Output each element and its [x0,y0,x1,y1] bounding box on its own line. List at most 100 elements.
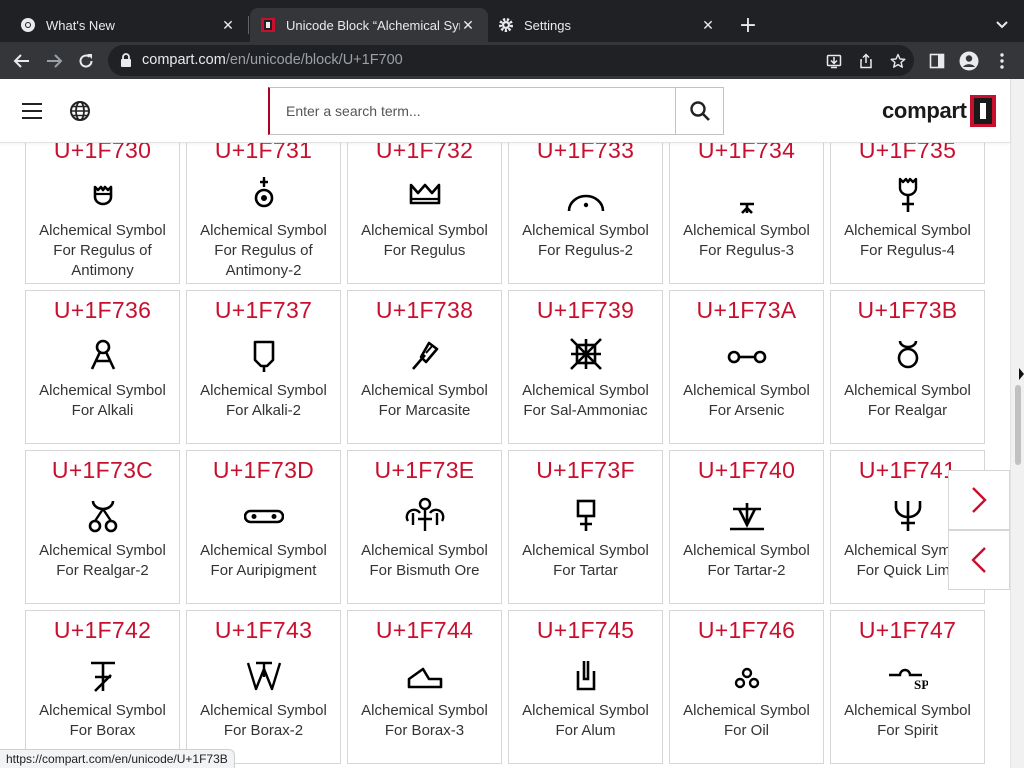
character-card[interactable]: U+1F747 SP Alchemical Symbol For Spirit [830,610,985,764]
chevron-right-icon [972,487,987,513]
character-card[interactable]: U+1F73D Alchemical Symbol For Auripigmen… [186,450,341,604]
browser-menu-kebab-icon[interactable] [992,51,1012,71]
tab-settings[interactable]: Settings ✕ [488,8,728,42]
search-input[interactable] [286,100,666,122]
scrollbar-thumb[interactable] [1015,385,1021,465]
tab-close-icon[interactable]: ✕ [220,17,236,33]
search-button[interactable] [675,88,723,134]
character-card[interactable]: U+1F73B Alchemical Symbol For Realgar [830,290,985,444]
tab-unicode-block[interactable]: Unicode Block “Alchemical Symbols” ✕ [250,8,488,42]
tab-whats-new[interactable]: What's New ✕ [0,8,248,42]
realgar-glyph-icon [831,335,984,375]
character-card[interactable]: U+1F745 Alchemical Symbol For Alum [508,610,663,764]
character-name: Alchemical Symbol For Borax [39,702,166,739]
back-arrow-icon[interactable] [9,48,35,74]
character-card[interactable]: U+1F73F Alchemical Symbol For Tartar [508,450,663,604]
code-point: U+1F734 [697,143,796,163]
code-point: U+1F743 [214,617,313,643]
character-name: Alchemical Symbol For Sal-Ammoniac [522,382,649,419]
character-card[interactable]: U+1F73C Alchemical Symbol For Realgar-2 [25,450,180,604]
share-icon[interactable] [857,52,875,70]
forward-arrow-icon[interactable] [41,48,67,74]
svg-text:SP: SP [914,677,928,692]
side-panel-icon[interactable] [927,51,947,71]
character-name: Alchemical Symbol For Realgar-2 [39,542,166,579]
character-card[interactable]: U+1F732 Alchemical Symbol For Regulus [347,143,502,284]
hamburger-menu-icon[interactable] [20,101,44,121]
character-card[interactable]: U+1F738 Alchemical Symbol For Marcasite [347,290,502,444]
tartar-2-glyph-icon [670,495,823,535]
character-card[interactable]: U+1F744 Alchemical Symbol For Borax-3 [347,610,502,764]
chevron-left-icon [971,547,986,573]
code-point: U+1F73E [374,457,475,483]
character-card[interactable]: U+1F73A Alchemical Symbol For Arsenic [669,290,824,444]
chrome-icon [21,18,35,32]
character-card[interactable]: U+1F731 Alchemical Symbol For Regulus of… [186,143,341,284]
character-card[interactable]: U+1F736 Alchemical Symbol For Alkali [25,290,180,444]
code-point: U+1F73C [51,457,154,483]
character-card[interactable]: U+1F739 Alchemical Symbol For Sal-Ammoni… [508,290,663,444]
character-name: Alchemical Symbol For Borax-3 [361,702,488,739]
regulus-of-antimony-2-glyph-icon [187,175,340,215]
alum-glyph-icon [509,655,662,695]
arsenic-glyph-icon [670,335,823,375]
browser-toolbar: compart.com/en/unicode/block/U+1F700 [0,42,1024,79]
code-point: U+1F742 [53,617,152,643]
reload-icon[interactable] [73,48,99,74]
code-point: U+1F73A [696,297,797,323]
character-card[interactable]: U+1F730 Alchemical Symbol For Regulus of… [25,143,180,284]
site-header: compart [0,79,1010,143]
search-icon [689,101,710,121]
tab-search-chevron-icon[interactable] [990,13,1014,37]
previous-page-button[interactable] [948,530,1010,590]
character-name: Alchemical Symbol For Regulus [361,222,488,259]
character-card[interactable]: U+1F746 Alchemical Symbol For Oil [669,610,824,764]
character-card[interactable]: U+1F740 Alchemical Symbol For Tartar-2 [669,450,824,604]
code-point: U+1F739 [536,297,635,323]
character-name: Alchemical Symbol For Tartar-2 [683,542,810,579]
tab-close-icon[interactable]: ✕ [460,17,476,33]
character-name: Alchemical Symbol For Spirit [844,702,971,739]
character-card[interactable]: U+1F737 Alchemical Symbol For Alkali-2 [186,290,341,444]
profile-avatar-icon[interactable] [959,51,979,71]
compart-logo[interactable]: compart [882,93,996,129]
borax-glyph-icon [26,655,179,695]
unicode-block-content: U+1F730 Alchemical Symbol For Regulus of… [0,143,1010,768]
code-point: U+1F746 [697,617,796,643]
regulus-2-glyph-icon [509,175,662,215]
install-app-icon[interactable] [825,52,843,70]
code-point: U+1F744 [375,617,474,643]
logo-text: compart [882,98,967,123]
character-name: Alchemical Symbol For Regulus-4 [844,222,971,259]
bookmark-star-icon[interactable] [889,52,907,70]
new-tab-plus-icon[interactable]: + [736,13,760,38]
alkali-glyph-icon [26,335,179,375]
code-point: U+1F73D [212,457,315,483]
address-bar[interactable]: compart.com/en/unicode/block/U+1F700 [108,45,914,76]
regulus-glyph-icon [348,175,501,215]
next-page-button[interactable] [948,470,1010,530]
character-name: Alchemical Symbol For Alkali [39,382,166,419]
code-point: U+1F732 [375,143,474,163]
code-point: U+1F731 [214,143,313,163]
character-card[interactable]: U+1F734 Alchemical Symbol For Regulus-3 [669,143,824,284]
tab-close-icon[interactable]: ✕ [700,17,716,33]
character-name: Alchemical Symbol For Arsenic [683,382,810,419]
code-point: U+1F73F [536,457,635,483]
character-card[interactable]: U+1F742 Alchemical Symbol For Borax [25,610,180,764]
page-scrollbar[interactable] [1010,79,1024,768]
mouse-cursor-icon [1019,368,1024,380]
character-grid: U+1F730 Alchemical Symbol For Regulus of… [25,143,985,764]
character-card[interactable]: U+1F733 Alchemical Symbol For Regulus-2 [508,143,663,284]
realgar-2-glyph-icon [26,495,179,535]
character-name: Alchemical Symbol For Regulus-3 [683,222,810,259]
globe-language-icon[interactable] [68,99,92,123]
character-card[interactable]: U+1F73E Alchemical Symbol For Bismuth Or… [347,450,502,604]
character-card[interactable]: U+1F735 Alchemical Symbol For Regulus-4 [830,143,985,284]
character-card[interactable]: U+1F743 Alchemical Symbol For Borax-2 [186,610,341,764]
character-name: Alchemical Symbol For Alkali-2 [200,382,327,419]
character-name: Alchemical Symbol For Tartar [522,542,649,579]
code-point: U+1F745 [536,617,635,643]
tab-title: What's New [46,17,115,33]
link-status-preview: https://compart.com/en/unicode/U+1F73B [0,749,235,768]
